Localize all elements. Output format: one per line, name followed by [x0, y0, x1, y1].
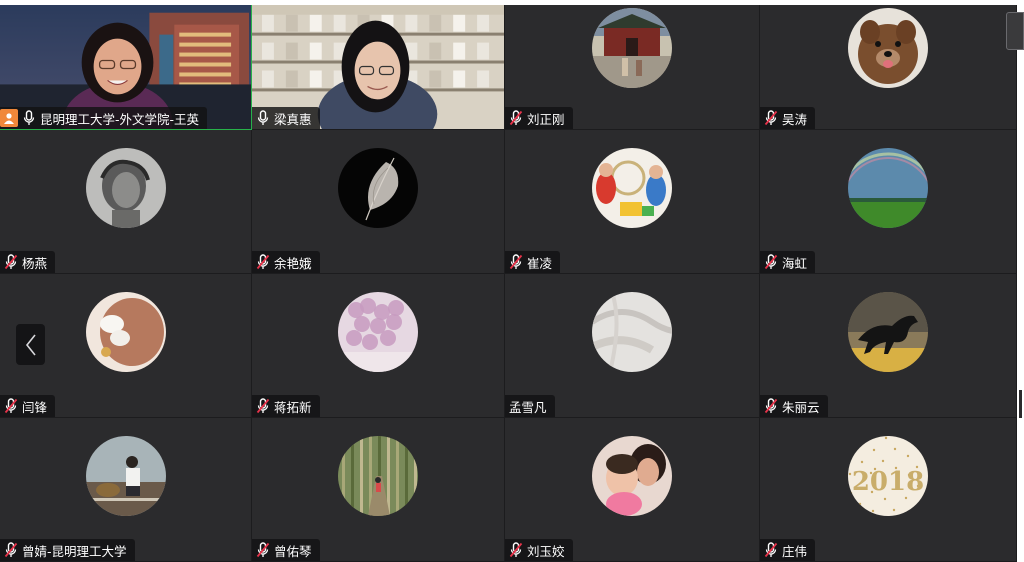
participant-name: 昆明理工大学-外文学院-王英 [40, 111, 200, 127]
participant-tile[interactable]: 余艳娥 [252, 130, 505, 274]
microphone-muted-icon [256, 254, 270, 270]
participant-name: 曾佑琴 [274, 543, 312, 559]
microphone-muted-icon [764, 110, 778, 126]
participant-nametag: 杨燕 [0, 251, 56, 273]
participant-avatar [592, 436, 672, 516]
microphone-muted-icon [4, 398, 18, 414]
participant-name: 庄伟 [782, 543, 808, 559]
participant-nametag: 梁真惠 [252, 107, 320, 129]
participant-tile[interactable]: 2018 庄伟 [760, 418, 1017, 562]
participant-name: 梁真惠 [274, 111, 312, 127]
microphone-muted-icon [764, 254, 778, 270]
participant-nametag: 余艳娥 [252, 251, 320, 273]
participant-nametag: 海虹 [760, 251, 816, 273]
participant-name: 孟雪凡 [509, 399, 547, 415]
participant-avatar [592, 292, 672, 372]
participant-nametag: 刘正刚 [505, 107, 573, 129]
participant-name: 刘正刚 [527, 111, 565, 127]
microphone-muted-icon [509, 254, 523, 270]
participant-avatar [592, 8, 672, 88]
participant-tile[interactable]: 孟雪凡 [505, 274, 760, 418]
participant-nametag: 曾婧-昆明理工大学 [0, 539, 135, 561]
host-person-icon [0, 109, 18, 127]
gallery-scrollbar[interactable] [1017, 5, 1024, 562]
participant-name: 余艳娥 [274, 255, 312, 271]
microphone-muted-icon [509, 542, 523, 558]
participant-tile[interactable]: 吴涛 [760, 5, 1017, 130]
participant-avatar [338, 148, 418, 228]
scrollbar-thumb[interactable] [1019, 390, 1022, 418]
microphone-icon [257, 110, 269, 125]
participant-name: 吴涛 [782, 111, 808, 127]
participant-tile[interactable]: 刘正刚 [505, 5, 760, 130]
microphone-muted-icon [764, 398, 778, 414]
participant-tile[interactable]: 杨燕 [0, 130, 252, 274]
participant-nametag: 朱丽云 [760, 395, 828, 417]
chevron-left-icon [25, 334, 36, 355]
participant-avatar [848, 292, 928, 372]
svg-text:2018: 2018 [852, 467, 924, 497]
participant-tile[interactable]: 梁真惠 [252, 5, 505, 130]
participant-avatar [338, 436, 418, 516]
participant-tile[interactable]: 曾婧-昆明理工大学 [0, 418, 252, 562]
participant-tile[interactable]: 昆明理工大学-外文学院-王英 [0, 5, 252, 130]
participant-nametag: 崔凌 [505, 251, 561, 273]
participant-avatar [338, 292, 418, 372]
participant-nametag: 昆明理工大学-外文学院-王英 [0, 107, 208, 129]
microphone-icon [23, 110, 35, 125]
participant-nametag: 曾佑琴 [252, 539, 320, 561]
participant-name: 蒋拓新 [274, 399, 312, 415]
participant-avatar [85, 148, 166, 228]
participant-nametag: 闫锋 [0, 395, 56, 417]
participant-avatar [848, 148, 928, 228]
microphone-muted-icon [4, 254, 18, 270]
microphone-muted-icon [509, 110, 523, 126]
participant-nametag: 蒋拓新 [252, 395, 320, 417]
participant-name: 海虹 [782, 255, 808, 271]
participant-name: 崔凌 [527, 255, 553, 271]
microphone-muted-icon [256, 542, 270, 558]
participant-tile[interactable]: 朱丽云 [760, 274, 1017, 418]
participant-nametag: 庄伟 [760, 539, 816, 561]
view-toggle-button[interactable] [1006, 12, 1024, 50]
participant-tile[interactable]: 曾佑琴 [252, 418, 505, 562]
participant-name: 曾婧-昆明理工大学 [22, 543, 127, 559]
participant-name: 闫锋 [22, 399, 48, 415]
video-gallery: 昆明理工大学-外文学院-王英 梁真惠 刘正刚 吴涛杨燕 余艳娥 崔凌 海虹闫锋 蒋拓新 孟雪凡 朱… [0, 5, 1017, 562]
participant-nametag: 孟雪凡 [505, 395, 555, 417]
participant-name: 刘玉姣 [527, 543, 565, 559]
participant-avatar [85, 436, 166, 516]
participant-tile[interactable]: 海虹 [760, 130, 1017, 274]
previous-page-button[interactable] [16, 324, 45, 365]
participant-avatar: 2018 [848, 436, 928, 516]
participant-avatar [848, 8, 928, 88]
participant-tile[interactable]: 蒋拓新 [252, 274, 505, 418]
participant-tile[interactable]: 刘玉姣 [505, 418, 760, 562]
participant-name: 朱丽云 [782, 399, 820, 415]
participant-avatar [85, 292, 166, 372]
microphone-muted-icon [4, 542, 18, 558]
participant-nametag: 刘玉姣 [505, 539, 573, 561]
microphone-muted-icon [256, 398, 270, 414]
participant-name: 杨燕 [22, 255, 48, 271]
microphone-muted-icon [764, 542, 778, 558]
participant-nametag: 吴涛 [760, 107, 816, 129]
participant-avatar [592, 148, 672, 228]
participant-tile[interactable]: 崔凌 [505, 130, 760, 274]
